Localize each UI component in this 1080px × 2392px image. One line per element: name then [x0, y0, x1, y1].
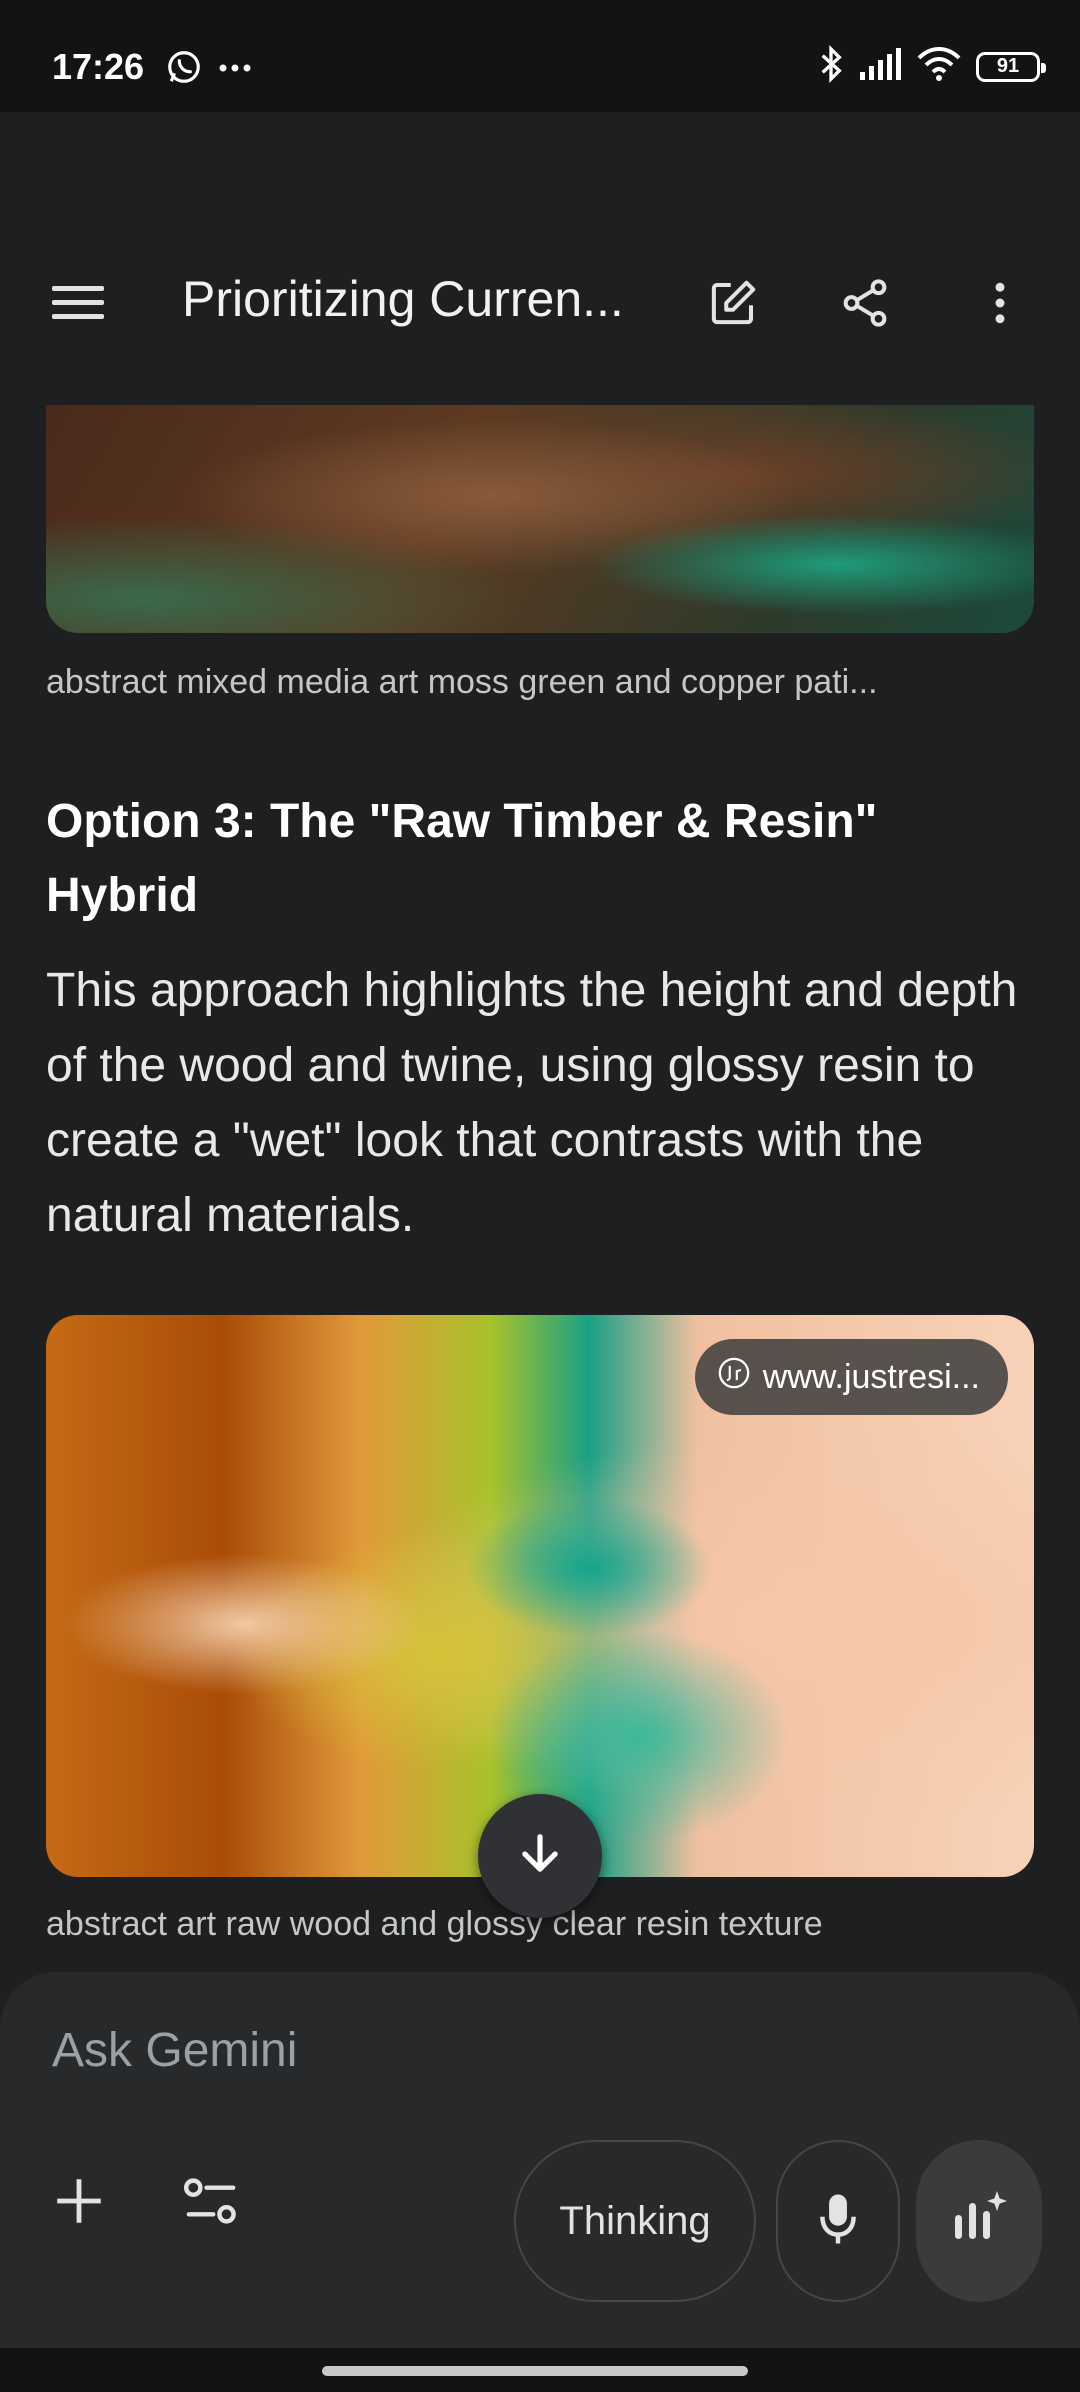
menu-icon[interactable] [46, 278, 112, 331]
signal-icon [858, 48, 902, 85]
arrow-down-icon [514, 1828, 566, 1885]
source-url: www.justresi... [762, 1357, 980, 1396]
navigation-bar [0, 2348, 1080, 2392]
status-bar: 17:26 91 [0, 0, 1080, 112]
source-favicon-icon [717, 1356, 751, 1399]
share-icon[interactable] [838, 276, 892, 335]
more-dots-icon [217, 61, 253, 79]
status-time: 17:26 [52, 46, 145, 87]
ask-gemini-input[interactable] [50, 2022, 954, 2079]
option-description: This approach highlights the height and … [46, 964, 1018, 1242]
moss-copper-image[interactable] [46, 405, 1034, 633]
tools-icon[interactable] [180, 2172, 242, 2235]
microphone-button[interactable] [776, 2140, 900, 2302]
more-vert-icon[interactable] [984, 276, 1016, 335]
live-button[interactable] [916, 2140, 1042, 2302]
thinking-mode-button[interactable]: Thinking [514, 2140, 756, 2302]
battery-indicator: 91 [976, 51, 1046, 82]
wifi-icon [916, 46, 962, 87]
image-caption: abstract mixed media art moss green and … [46, 663, 878, 701]
wood-resin-image[interactable]: www.justresi... [46, 1315, 1034, 1877]
option-heading: Option 3: The "Raw Timber & Resin" Hybri… [46, 795, 878, 922]
conversation-title[interactable]: Prioritizing Curren... [182, 270, 624, 328]
microphone-icon [815, 2190, 861, 2253]
plus-icon[interactable] [50, 2172, 108, 2235]
app-bar: Prioritizing Curren... [0, 240, 1080, 360]
chat-response: abstract mixed media art moss green and … [0, 405, 1080, 1975]
image-caption: abstract art raw wood and glossy clear r… [46, 1905, 823, 1943]
bluetooth-icon [818, 44, 844, 89]
status-right-icons: 91 [818, 44, 1046, 89]
live-icon [949, 2187, 1009, 2256]
home-indicator[interactable] [322, 2366, 748, 2376]
edit-icon[interactable] [706, 276, 760, 335]
whatsapp-icon [165, 48, 203, 91]
scroll-down-button[interactable] [478, 1794, 602, 1918]
status-left-icons [165, 48, 253, 91]
source-chip[interactable]: www.justresi... [694, 1339, 1008, 1415]
input-panel: Thinking [0, 1972, 1080, 2348]
